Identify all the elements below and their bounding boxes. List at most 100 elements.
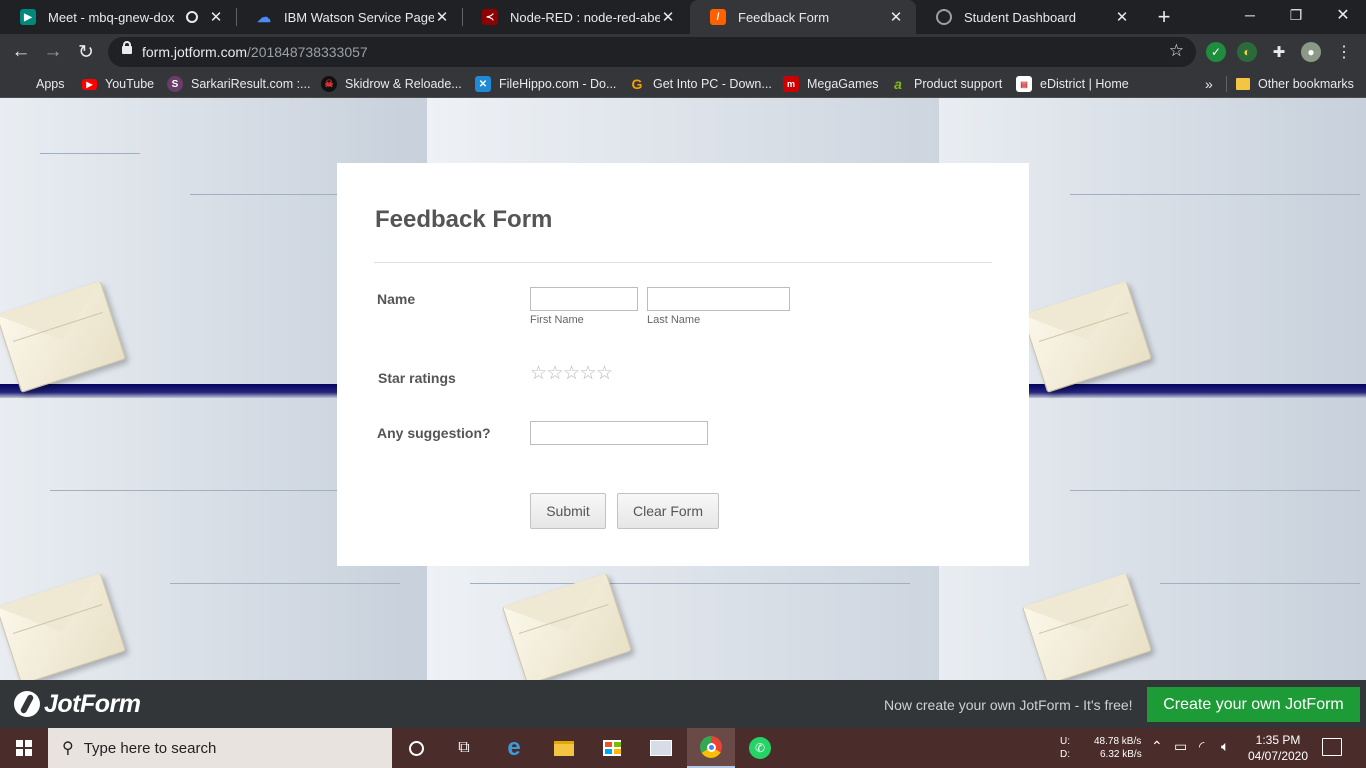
bookmark-filehippo[interactable]: ✕ FileHippo.com - Do... xyxy=(475,70,616,98)
google-meet-icon: ▶ xyxy=(20,9,36,25)
bookmarks-overflow-button[interactable]: » xyxy=(1205,70,1213,98)
tab-title: Meet - mbq-gnew-dox xyxy=(48,9,175,25)
bookmark-getintopc[interactable]: G Get Into PC - Down... xyxy=(629,70,772,98)
url-text: form.jotform.com/201848738333057 xyxy=(142,44,368,60)
tab-node-red[interactable]: ≺ Node-RED : node-red-abes.eu ✕ xyxy=(462,0,688,34)
apps-grid-icon xyxy=(14,77,28,91)
upload-label: U: xyxy=(1060,736,1070,747)
taskbar-search-box[interactable]: ⚲ Type here to search xyxy=(48,728,392,768)
name-label: Name xyxy=(377,291,416,307)
network-speed-meter: U: D: 48.78 kB/s 6.32 kB/s xyxy=(1060,735,1142,761)
new-tab-button[interactable]: + xyxy=(1152,4,1176,29)
jotform-icon: / xyxy=(710,9,726,25)
system-clock[interactable]: 1:35 PM 04/07/2020 xyxy=(1245,732,1311,764)
jotform-logo[interactable]: JotForm xyxy=(14,690,141,718)
chrome-taskbar-icon[interactable] xyxy=(687,728,735,768)
star-ratings-label: Star ratings xyxy=(378,370,456,386)
star-icon[interactable]: ☆ xyxy=(596,364,613,384)
first-name-input[interactable] xyxy=(530,287,638,311)
tab-strip: ▶ Meet - mbq-gnew-dox ✕ ☁ IBM Watson Ser… xyxy=(0,0,1366,34)
task-view-icon[interactable]: ⧉ xyxy=(440,728,488,768)
show-hidden-icons-chevron-icon[interactable]: ⌃ xyxy=(1151,738,1163,755)
bookmarks-bar: Apps ▶ YouTube S SarkariResult.com :... … xyxy=(0,70,1366,98)
lock-icon xyxy=(122,41,132,54)
other-bookmarks-folder[interactable]: Other bookmarks xyxy=(1236,70,1354,98)
edge-icon[interactable]: e xyxy=(490,728,538,768)
jotform-logo-icon xyxy=(14,691,40,717)
jotform-logo-text: JotForm xyxy=(44,689,141,718)
clock-time: 1:35 PM xyxy=(1255,733,1301,747)
star-icon[interactable]: ☆ xyxy=(530,364,547,384)
tab-ibm-watson[interactable]: ☁ IBM Watson Service Page ✕ xyxy=(236,0,462,34)
skidrow-icon: ☠ xyxy=(321,76,337,92)
promo-text: Now create your own JotForm - It's free! xyxy=(884,697,1133,713)
tab-title: Feedback Form xyxy=(738,9,830,25)
windows-taskbar: ⚲ Type here to search ⧉ e ✆ U: D: 48.78 … xyxy=(0,728,1366,768)
back-button[interactable]: ← xyxy=(8,39,34,65)
bookmark-edistrict[interactable]: ▤ eDistrict | Home xyxy=(1016,70,1129,98)
star-rating-widget: ☆ ☆ ☆ ☆ ☆ xyxy=(530,364,613,384)
close-icon[interactable]: ✕ xyxy=(1114,9,1130,26)
clock-date: 04/07/2020 xyxy=(1247,749,1309,763)
tab-title: Node-RED : node-red-abes.eu xyxy=(510,9,660,25)
bookmark-youtube[interactable]: ▶ YouTube xyxy=(82,70,154,98)
filehippo-icon: ✕ xyxy=(475,76,491,92)
last-name-input[interactable] xyxy=(647,287,790,311)
clear-form-button[interactable]: Clear Form xyxy=(617,493,719,529)
jotform-footer: JotForm Now create your own JotForm - It… xyxy=(0,680,1366,728)
battery-icon[interactable]: ▭ xyxy=(1174,738,1187,755)
upload-speed: 48.78 kB/s xyxy=(1094,736,1142,747)
menu-kebab-icon[interactable]: ⋮ xyxy=(1334,42,1354,62)
cortana-icon[interactable] xyxy=(392,728,440,768)
extension-icon[interactable]: ◐ xyxy=(1237,42,1257,62)
store-icon[interactable] xyxy=(588,728,636,768)
address-bar[interactable]: form.jotform.com/201848738333057 ☆ xyxy=(108,37,1196,67)
wifi-icon[interactable]: ◜ xyxy=(1199,738,1204,755)
bookmark-star-icon[interactable]: ☆ xyxy=(1169,41,1184,61)
bookmark-label: YouTube xyxy=(105,77,155,91)
create-jotform-button[interactable]: Create your own JotForm xyxy=(1147,687,1360,722)
window-close-button[interactable]: ✕ xyxy=(1320,0,1366,30)
puzzle-extensions-icon[interactable]: ✚ xyxy=(1269,42,1289,62)
action-center-icon[interactable] xyxy=(1322,738,1342,756)
submit-button[interactable]: Submit xyxy=(530,493,606,529)
close-icon[interactable]: ✕ xyxy=(660,9,676,26)
bookmark-skidrow[interactable]: ☠ Skidrow & Reloade... xyxy=(321,70,462,98)
star-icon[interactable]: ☆ xyxy=(547,364,564,384)
suggestion-input[interactable] xyxy=(530,421,708,445)
close-icon[interactable]: ✕ xyxy=(208,9,224,26)
bookmark-label: MegaGames xyxy=(807,77,879,91)
getintopc-icon: G xyxy=(631,76,643,92)
forward-button[interactable]: → xyxy=(40,39,66,65)
url-domain: form.jotform.com xyxy=(142,44,248,60)
star-icon[interactable]: ☆ xyxy=(563,364,580,384)
download-speed: 6.32 kB/s xyxy=(1100,749,1142,760)
photos-app-icon[interactable] xyxy=(637,728,685,768)
bookmark-apps[interactable]: Apps xyxy=(14,70,65,98)
node-red-icon: ≺ xyxy=(482,9,498,25)
tab-feedback-form[interactable]: / Feedback Form ✕ xyxy=(690,0,916,34)
bookmark-label: FileHippo.com - Do... xyxy=(499,77,617,91)
profile-avatar[interactable]: ● xyxy=(1301,42,1321,62)
tab-title: Student Dashboard xyxy=(964,9,1077,25)
shield-extension-icon[interactable]: ✓ xyxy=(1206,42,1226,62)
star-icon[interactable]: ☆ xyxy=(580,364,597,384)
reload-button[interactable]: ↻ xyxy=(73,39,99,65)
tab-meet[interactable]: ▶ Meet - mbq-gnew-dox ✕ xyxy=(0,0,236,34)
youtube-icon: ▶ xyxy=(82,78,97,90)
bookmark-megagames[interactable]: m MegaGames xyxy=(783,70,879,98)
first-name-sublabel: First Name xyxy=(530,314,584,326)
close-icon[interactable]: ✕ xyxy=(888,9,904,26)
browser-toolbar: ← → ↻ form.jotform.com/201848738333057 ☆… xyxy=(0,34,1366,70)
bookmark-sarkari-result[interactable]: S SarkariResult.com :... xyxy=(167,70,310,98)
bookmark-label: Apps xyxy=(36,77,65,91)
whatsapp-icon[interactable]: ✆ xyxy=(736,728,784,768)
file-explorer-icon[interactable] xyxy=(540,728,588,768)
tab-student-dashboard[interactable]: Student Dashboard ✕ xyxy=(916,0,1142,34)
close-icon[interactable]: ✕ xyxy=(434,9,450,26)
start-button[interactable] xyxy=(0,728,48,768)
minimize-button[interactable]: ─ xyxy=(1227,0,1273,30)
restore-button[interactable]: ❐ xyxy=(1273,0,1319,30)
volume-icon[interactable]: 🔈︎ xyxy=(1221,738,1229,755)
bookmark-product-support[interactable]: a Product support xyxy=(890,70,1002,98)
